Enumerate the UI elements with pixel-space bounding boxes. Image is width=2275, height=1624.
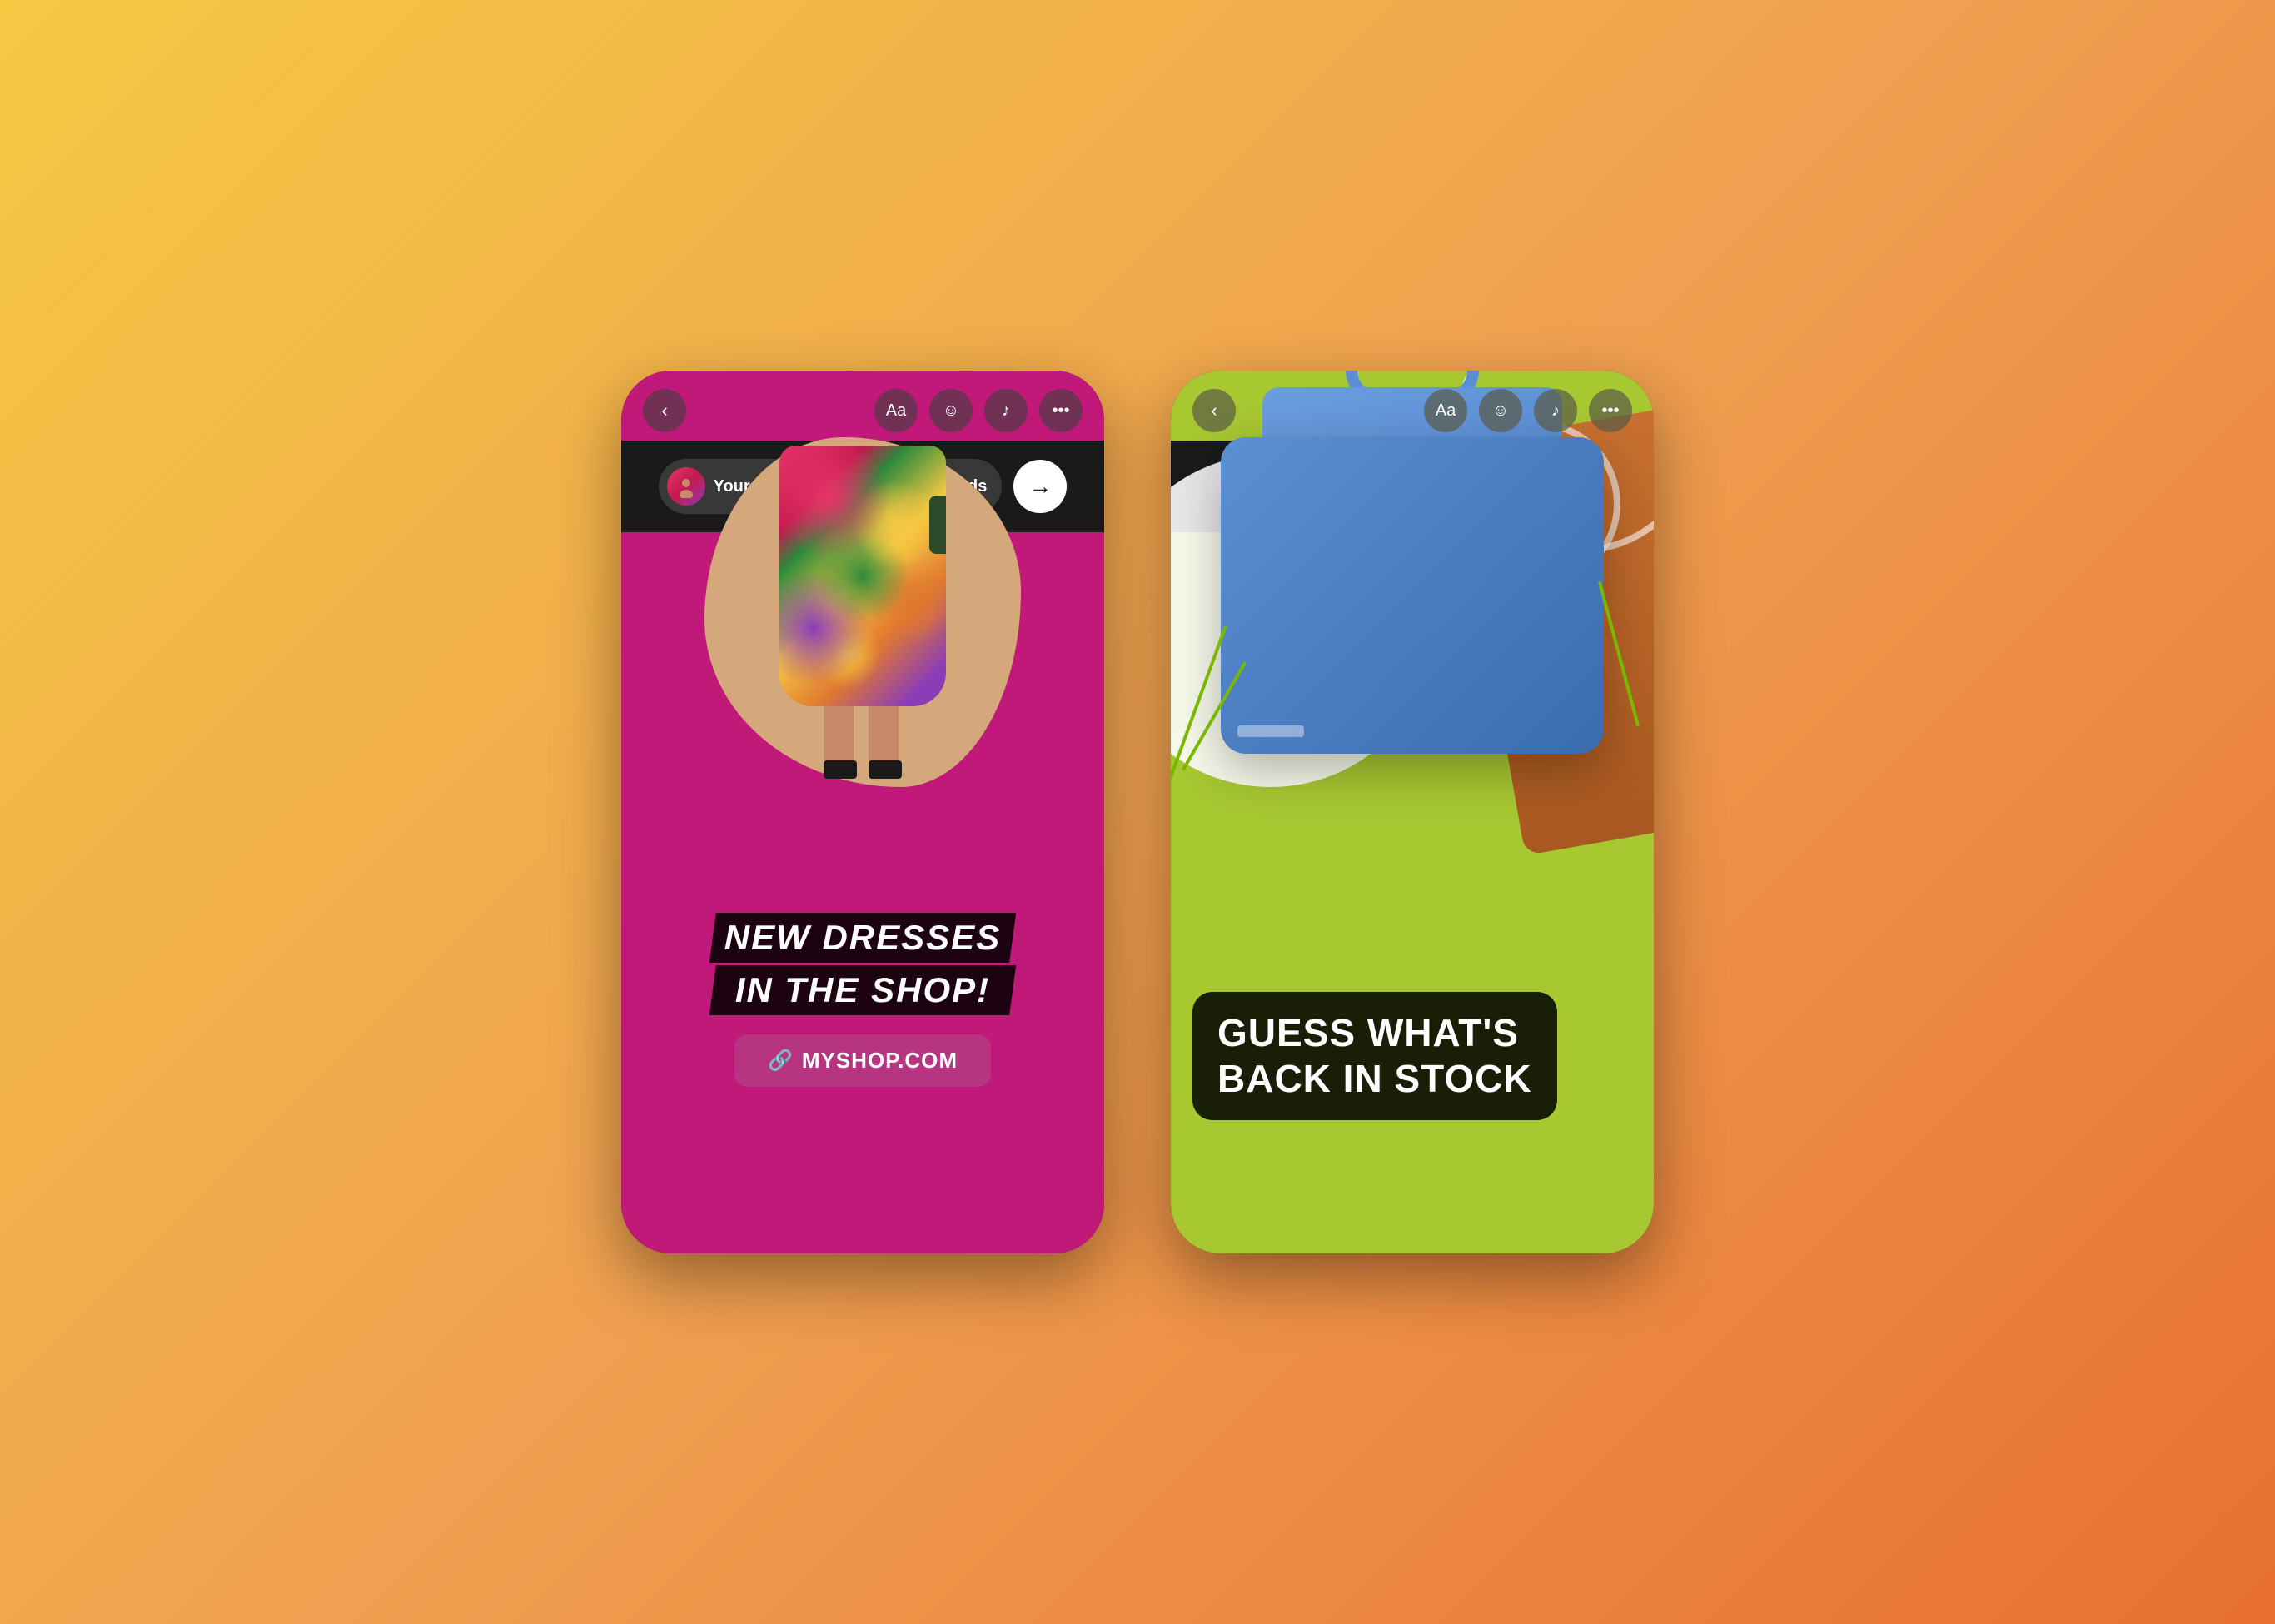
headline-line1: NEW DRESSES [709,913,1016,963]
phone1-top-icons: Aa ☺ ♪ ••• [874,389,1083,432]
phone1-top-bar: ‹ Aa ☺ ♪ ••• [621,371,1104,441]
dress-legs [824,698,902,779]
phone2: ‹ Aa ☺ ♪ ••• [1171,371,1654,1253]
music-button[interactable]: ♪ [1534,389,1577,432]
guess-text-box: GUESS WHAT'S BACK IN STOCK [1192,992,1557,1120]
more-icon: ••• [1052,401,1069,421]
dress-body [779,446,946,706]
text-icon: Aa [886,401,906,421]
text-style-button[interactable]: Aa [1424,389,1467,432]
phone2-top-icons: Aa ☺ ♪ ••• [1424,389,1632,432]
more-icon: ••• [1601,401,1619,421]
phone2-screen: ‹ Aa ☺ ♪ ••• [1171,371,1654,1253]
phone1-next-button[interactable]: → [1013,460,1067,513]
back-icon: ‹ [661,400,667,421]
more-button[interactable]: ••• [1039,389,1083,432]
next-arrow-icon: → [1028,473,1052,500]
guess-line1: GUESS WHAT'S [1217,1010,1532,1056]
phone2-back-button[interactable]: ‹ [1192,389,1236,432]
bag-label [1237,725,1304,737]
music-button[interactable]: ♪ [984,389,1028,432]
sticker-button[interactable]: ☺ [929,389,973,432]
dress-image-area [704,437,1021,787]
bag-display [1171,437,1654,754]
dress-figure [763,446,963,779]
shoe-shape [869,760,902,779]
phone2-top-bar: ‹ Aa ☺ ♪ ••• [1171,371,1654,441]
sticker-button[interactable]: ☺ [1479,389,1522,432]
music-icon: ♪ [1551,401,1560,421]
more-button[interactable]: ••• [1589,389,1632,432]
phone1-text-area: NEW DRESSES IN THE SHOP! 🔗 MYSHOP.COM [621,910,1104,1087]
music-icon: ♪ [1002,401,1010,421]
back-icon: ‹ [1211,400,1217,421]
text-icon: Aa [1436,401,1456,421]
headline-line2: IN THE SHOP! [709,965,1016,1015]
left-leg [824,698,857,779]
avatar-icon [675,475,698,498]
leg-shape [824,698,854,765]
shop-link-button[interactable]: 🔗 MYSHOP.COM [734,1034,991,1087]
bag-container [1221,437,1604,754]
leg-shape [869,698,899,765]
sticker-icon: ☺ [943,401,959,421]
main-headline: NEW DRESSES IN THE SHOP! [709,910,1016,1018]
phone1: ‹ Aa ☺ ♪ ••• [621,371,1104,1253]
guess-headline: GUESS WHAT'S BACK IN STOCK [1217,1010,1532,1102]
sticker-icon: ☺ [1492,401,1509,421]
text-style-button[interactable]: Aa [874,389,918,432]
bag-body [1221,437,1604,754]
right-leg [869,698,902,779]
link-label: MYSHOP.COM [802,1048,958,1074]
story-avatar [667,467,705,506]
phone1-screen: ‹ Aa ☺ ♪ ••• [621,371,1104,1253]
phone1-back-button[interactable]: ‹ [643,389,686,432]
purse [929,496,946,554]
shoe-shape [824,760,857,779]
link-icon: 🔗 [768,1049,794,1073]
guess-line2: BACK IN STOCK [1217,1056,1532,1102]
